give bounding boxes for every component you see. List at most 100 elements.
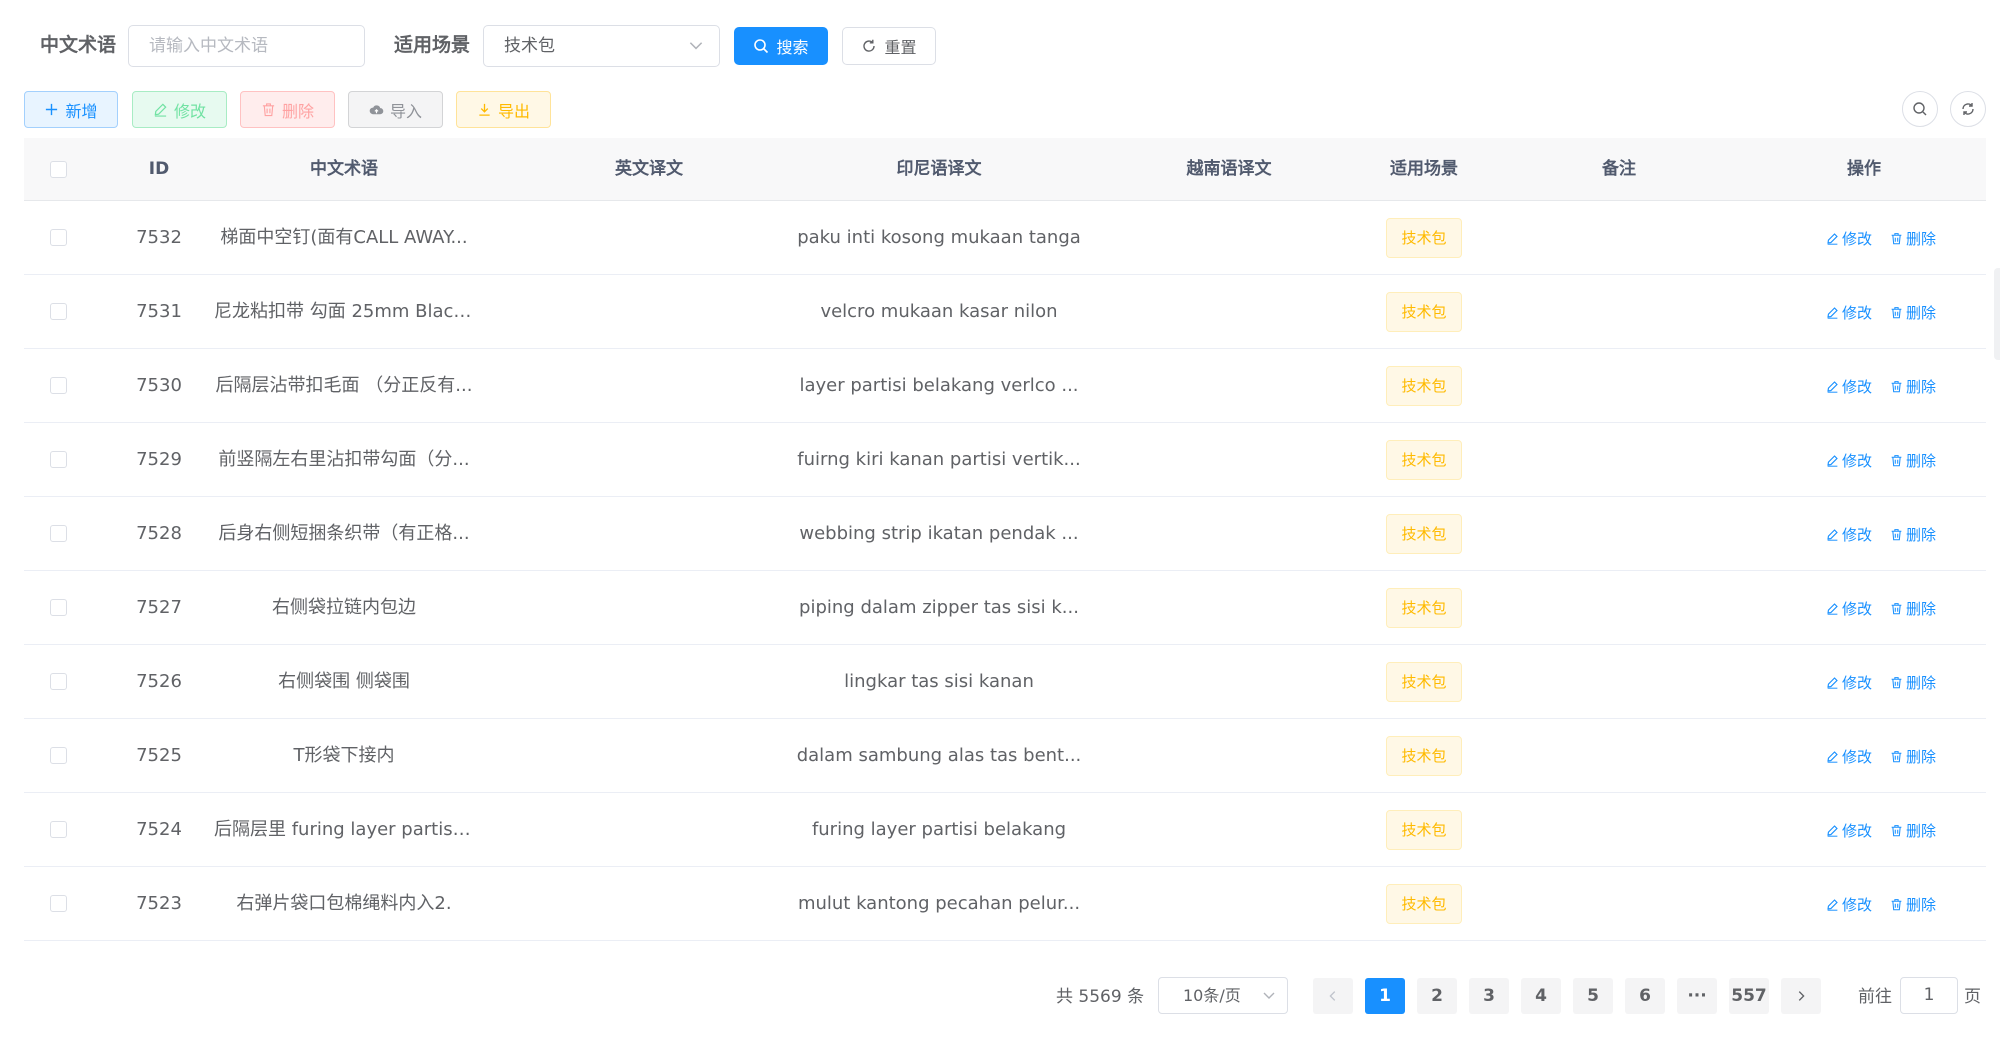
chevron-left-icon [1329, 991, 1336, 1001]
row-edit-button[interactable]: 修改 [1826, 497, 1872, 571]
term-input[interactable] [149, 27, 364, 65]
goto-page-input[interactable]: 1 [1900, 977, 1958, 1014]
row-edit-button[interactable]: 修改 [1826, 201, 1872, 275]
edit-button[interactable]: 修改 [132, 91, 227, 128]
cell-zh: T形袋下接内 [293, 745, 395, 766]
scene-tag: 技术包 [1386, 514, 1462, 554]
table-body: 7532 梯面中空钉(面有CALL AWAY... paku inti koso… [24, 201, 1986, 941]
prev-page-button[interactable] [1313, 978, 1353, 1014]
row-edit-button[interactable]: 修改 [1826, 645, 1872, 719]
row-checkbox[interactable] [50, 451, 67, 468]
cell-id-lang: velcro mukaan kasar nilon [820, 301, 1058, 322]
row-edit-label: 修改 [1842, 451, 1873, 470]
row-delete-button[interactable]: 删除 [1890, 349, 1936, 423]
export-button[interactable]: 导出 [456, 91, 551, 128]
page-button-last[interactable]: 557 [1729, 978, 1769, 1014]
table-row: 7531 尼龙粘扣带 勾面 25mm Black/... velcro muka… [24, 275, 1986, 349]
column-header-zh: 中文术语 [310, 159, 378, 179]
scene-tag: 技术包 [1386, 588, 1462, 628]
row-delete-label: 删除 [1906, 821, 1937, 840]
edit-icon [1827, 528, 1838, 541]
delete-button[interactable]: 删除 [240, 91, 335, 128]
row-edit-button[interactable]: 修改 [1826, 867, 1872, 941]
row-edit-button[interactable]: 修改 [1826, 423, 1872, 497]
toggle-search-button[interactable] [1902, 91, 1938, 127]
row-delete-button[interactable]: 删除 [1890, 719, 1936, 793]
cell-id: 7529 [136, 449, 182, 470]
row-delete-button[interactable]: 删除 [1890, 867, 1936, 941]
refresh-button[interactable] [1950, 91, 1986, 127]
row-checkbox[interactable] [50, 895, 67, 912]
row-edit-button[interactable]: 修改 [1826, 275, 1872, 349]
cell-id: 7525 [136, 745, 182, 766]
row-edit-button[interactable]: 修改 [1826, 719, 1872, 793]
page-button-1[interactable]: 1 [1365, 978, 1405, 1014]
column-header-id: ID [148, 159, 170, 179]
page-button-4[interactable]: 4 [1521, 978, 1561, 1014]
row-checkbox[interactable] [50, 673, 67, 690]
import-button[interactable]: 导入 [348, 91, 443, 128]
row-checkbox[interactable] [50, 303, 67, 320]
row-delete-button[interactable]: 删除 [1890, 423, 1936, 497]
edit-icon [1827, 380, 1838, 393]
row-edit-button[interactable]: 修改 [1826, 571, 1872, 645]
row-checkbox[interactable] [50, 821, 67, 838]
reset-button[interactable]: 重置 [842, 27, 936, 65]
row-edit-button[interactable]: 修改 [1826, 793, 1872, 867]
page-button-5[interactable]: 5 [1573, 978, 1613, 1014]
row-delete-button[interactable]: 删除 [1890, 571, 1936, 645]
add-button[interactable]: 新增 [24, 91, 118, 128]
cell-remark [1504, 645, 1734, 719]
pagination-ellipsis[interactable]: ··· [1677, 978, 1717, 1014]
row-delete-button[interactable]: 删除 [1890, 201, 1936, 275]
row-edit-label: 修改 [1842, 821, 1873, 840]
scene-select[interactable]: 技术包 [483, 25, 720, 67]
import-button-label: 导入 [389, 101, 422, 121]
page-button-2[interactable]: 2 [1417, 978, 1457, 1014]
edit-icon [1827, 750, 1838, 763]
cell-zh: 右弹片袋口包棉绳料内入2. [236, 893, 452, 914]
row-delete-label: 删除 [1906, 747, 1937, 766]
table-row: 7529 前竖隔左右里沾扣带勾面（分... fuirng kiri kanan … [24, 423, 1986, 497]
table-row: 7525 T形袋下接内 dalam sambung alas tas bent.… [24, 719, 1986, 793]
cell-id-lang: fuirng kiri kanan partisi vertik... [797, 449, 1081, 470]
side-drawer-handle[interactable] [1994, 268, 2000, 360]
row-delete-button[interactable]: 删除 [1890, 275, 1936, 349]
row-delete-label: 删除 [1906, 377, 1937, 396]
cell-id: 7524 [136, 819, 182, 840]
cell-id-lang: piping dalam zipper tas sisi k... [799, 597, 1079, 618]
row-edit-label: 修改 [1842, 303, 1873, 322]
trash-icon [1891, 898, 1902, 910]
page-size-select[interactable]: 10条/页 [1158, 977, 1288, 1014]
row-checkbox[interactable] [50, 747, 67, 764]
cell-vi [1084, 275, 1374, 349]
row-delete-label: 删除 [1906, 303, 1937, 322]
page-button-6[interactable]: 6 [1625, 978, 1665, 1014]
row-delete-button[interactable]: 删除 [1890, 645, 1936, 719]
cell-remark [1504, 423, 1734, 497]
select-all-checkbox[interactable] [50, 161, 67, 178]
next-page-button[interactable] [1781, 978, 1821, 1014]
row-delete-button[interactable]: 删除 [1890, 793, 1936, 867]
row-delete-button[interactable]: 删除 [1890, 497, 1936, 571]
row-checkbox[interactable] [50, 229, 67, 246]
cell-remark [1504, 571, 1734, 645]
row-checkbox[interactable] [50, 377, 67, 394]
search-button[interactable]: 搜索 [734, 27, 828, 65]
cell-en [504, 719, 794, 793]
goto-prefix: 前往 [1858, 987, 1892, 1007]
refresh-icon [863, 39, 876, 52]
cell-remark [1504, 719, 1734, 793]
row-checkbox[interactable] [50, 599, 67, 616]
edit-icon [1827, 306, 1838, 319]
row-delete-label: 删除 [1906, 525, 1937, 544]
edit-icon [1827, 602, 1838, 615]
cell-id-lang: layer partisi belakang verlco ... [799, 375, 1079, 396]
trash-icon [1891, 454, 1902, 466]
trash-icon [1891, 528, 1902, 540]
row-edit-button[interactable]: 修改 [1826, 349, 1872, 423]
scene-label: 适用场景 [394, 34, 471, 56]
page-button-3[interactable]: 3 [1469, 978, 1509, 1014]
row-checkbox[interactable] [50, 525, 67, 542]
term-input-wrapper[interactable] [128, 25, 365, 67]
